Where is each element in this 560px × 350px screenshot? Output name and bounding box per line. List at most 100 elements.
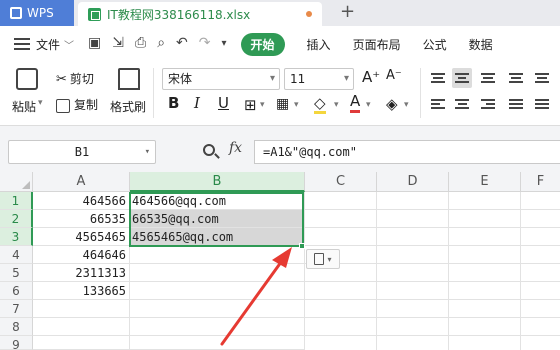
column-header-a[interactable]: A <box>33 172 130 192</box>
cell-a8[interactable] <box>33 318 130 336</box>
cell-b3[interactable]: 4565465@qq.com <box>130 228 305 246</box>
cell-b2[interactable]: 66535@qq.com <box>130 210 305 228</box>
paste-button[interactable]: 粘贴 <box>12 98 36 115</box>
cell-b1[interactable]: 464566@qq.com <box>130 192 305 210</box>
tab-start[interactable]: 开始 <box>240 32 285 56</box>
row-header-1[interactable]: 1 <box>0 192 33 210</box>
font-name-select[interactable]: 宋体 ▾ <box>162 68 280 90</box>
formula-input[interactable]: =A1&"@qq.com" <box>254 140 560 164</box>
row-header-3[interactable]: 3 <box>0 228 33 246</box>
paste-options-button[interactable]: ▾ <box>306 249 340 269</box>
row-header-4[interactable]: 4 <box>0 246 33 264</box>
fx-button[interactable]: fx <box>229 140 242 156</box>
shrink-font-button[interactable]: A⁻ <box>386 68 402 83</box>
font-color-button[interactable]: A <box>350 93 361 113</box>
row-header-8[interactable]: 8 <box>0 318 33 336</box>
format-painter-button[interactable]: 格式刷 <box>110 98 146 115</box>
border-icon[interactable]: ⊞ <box>244 96 257 114</box>
column-header-f[interactable]: F <box>521 172 560 192</box>
row-header-9[interactable]: 9 <box>0 336 33 350</box>
file-menu[interactable]: 文件 <box>36 36 60 53</box>
select-all-corner[interactable] <box>0 172 33 192</box>
tab-data[interactable]: 数据 <box>469 36 493 53</box>
cell-a5[interactable]: 2311313 <box>33 264 130 282</box>
increase-indent-button[interactable] <box>532 68 552 88</box>
cell-b8[interactable] <box>130 318 305 336</box>
hamburger-icon[interactable] <box>14 38 30 50</box>
chevron-down-icon: ▾ <box>327 254 332 264</box>
align-left-button[interactable] <box>428 94 448 114</box>
fill-handle[interactable] <box>299 243 305 249</box>
paste-icon[interactable] <box>16 68 38 90</box>
cell-a6[interactable]: 133665 <box>33 282 130 300</box>
column-header-c[interactable]: C <box>305 172 377 192</box>
format-painter-icon[interactable] <box>118 68 140 90</box>
cell-a2[interactable]: 66535 <box>33 210 130 228</box>
cell-a3[interactable]: 4565465 <box>33 228 130 246</box>
column-header-d[interactable]: D <box>377 172 449 192</box>
export-icon[interactable]: ⇲ <box>112 35 124 53</box>
undo-icon[interactable]: ↶ <box>176 35 188 53</box>
cell-a1[interactable]: 464566 <box>33 192 130 210</box>
spreadsheet-icon <box>88 7 101 21</box>
cell-style-icon[interactable]: ▦ <box>276 96 289 112</box>
paste-dropdown-icon[interactable]: ▾ <box>38 98 43 108</box>
column-header-b[interactable]: B <box>130 172 305 192</box>
preview-icon[interactable]: ⌕ <box>157 35 165 53</box>
row-header-5[interactable]: 5 <box>0 264 33 282</box>
cell-a4[interactable]: 464646 <box>33 246 130 264</box>
align-bottom-button[interactable] <box>478 68 498 88</box>
more-icon[interactable]: ▾ <box>222 35 227 53</box>
save-icon[interactable]: ▣ <box>88 35 101 53</box>
name-box[interactable]: B1 ▾ <box>8 140 156 164</box>
chevron-down-icon[interactable]: ▾ <box>260 100 265 110</box>
cell-a7[interactable] <box>33 300 130 318</box>
chevron-down-icon[interactable]: ▾ <box>366 100 371 110</box>
align-right-button[interactable] <box>478 94 498 114</box>
chevron-down-icon[interactable]: ▾ <box>145 141 150 163</box>
tab-formula[interactable]: 公式 <box>423 36 447 53</box>
row-header-6[interactable]: 6 <box>0 282 33 300</box>
cut-button[interactable]: ✂ 剪切 <box>56 70 94 87</box>
cell-b9[interactable] <box>130 336 305 350</box>
bold-button[interactable]: B <box>168 94 179 112</box>
column-header-e[interactable]: E <box>449 172 521 192</box>
row-header-2[interactable]: 2 <box>0 210 33 228</box>
align-top-button[interactable] <box>428 68 448 88</box>
align-middle-button[interactable] <box>452 68 472 88</box>
fill-color-icon[interactable]: ◇ <box>314 95 326 114</box>
zoom-search-icon[interactable] <box>203 144 215 156</box>
distribute-button[interactable] <box>532 94 552 114</box>
new-tab-button[interactable]: + <box>340 0 355 26</box>
tab-insert[interactable]: 插入 <box>307 36 331 53</box>
chevron-down-icon[interactable]: ▾ <box>294 100 299 110</box>
cell-b7[interactable] <box>130 300 305 318</box>
file-tab[interactable]: IT教程网338166118.xlsx <box>78 2 322 26</box>
copy-label: 复制 <box>74 98 99 112</box>
scissors-icon: ✂ <box>56 72 67 87</box>
clipboard-icon <box>314 253 325 265</box>
menu-bar: 文件 ﹀ ▣ ⇲ ⎙ ⌕ ↶ ↷ ▾ 开始 插入 页面布局 公式 数据 <box>0 26 560 62</box>
redo-icon[interactable]: ↷ <box>199 35 211 53</box>
row-header-7[interactable]: 7 <box>0 300 33 318</box>
print-icon[interactable]: ⎙ <box>135 35 146 53</box>
wps-home-tab[interactable]: WPS <box>0 0 74 26</box>
chevron-down-icon[interactable]: ▾ <box>404 100 409 110</box>
eraser-icon[interactable]: ◈ <box>386 95 398 113</box>
empty-columns[interactable] <box>305 192 560 350</box>
align-center-button[interactable] <box>452 94 472 114</box>
cell-b4[interactable] <box>130 246 305 264</box>
italic-button[interactable]: I <box>194 94 200 112</box>
decrease-indent-button[interactable] <box>506 68 526 88</box>
cell-a9[interactable] <box>33 336 130 350</box>
cell-b5[interactable] <box>130 264 305 282</box>
chevron-down-icon[interactable]: ﹀ <box>64 37 74 52</box>
copy-button[interactable]: 复制 <box>56 96 98 113</box>
justify-button[interactable] <box>506 94 526 114</box>
tab-page-layout[interactable]: 页面布局 <box>353 36 401 53</box>
cell-b6[interactable] <box>130 282 305 300</box>
font-size-select[interactable]: 11 ▾ <box>284 68 354 90</box>
underline-button[interactable]: U <box>218 94 229 112</box>
grow-font-button[interactable]: A⁺ <box>362 68 380 86</box>
chevron-down-icon[interactable]: ▾ <box>334 100 339 110</box>
